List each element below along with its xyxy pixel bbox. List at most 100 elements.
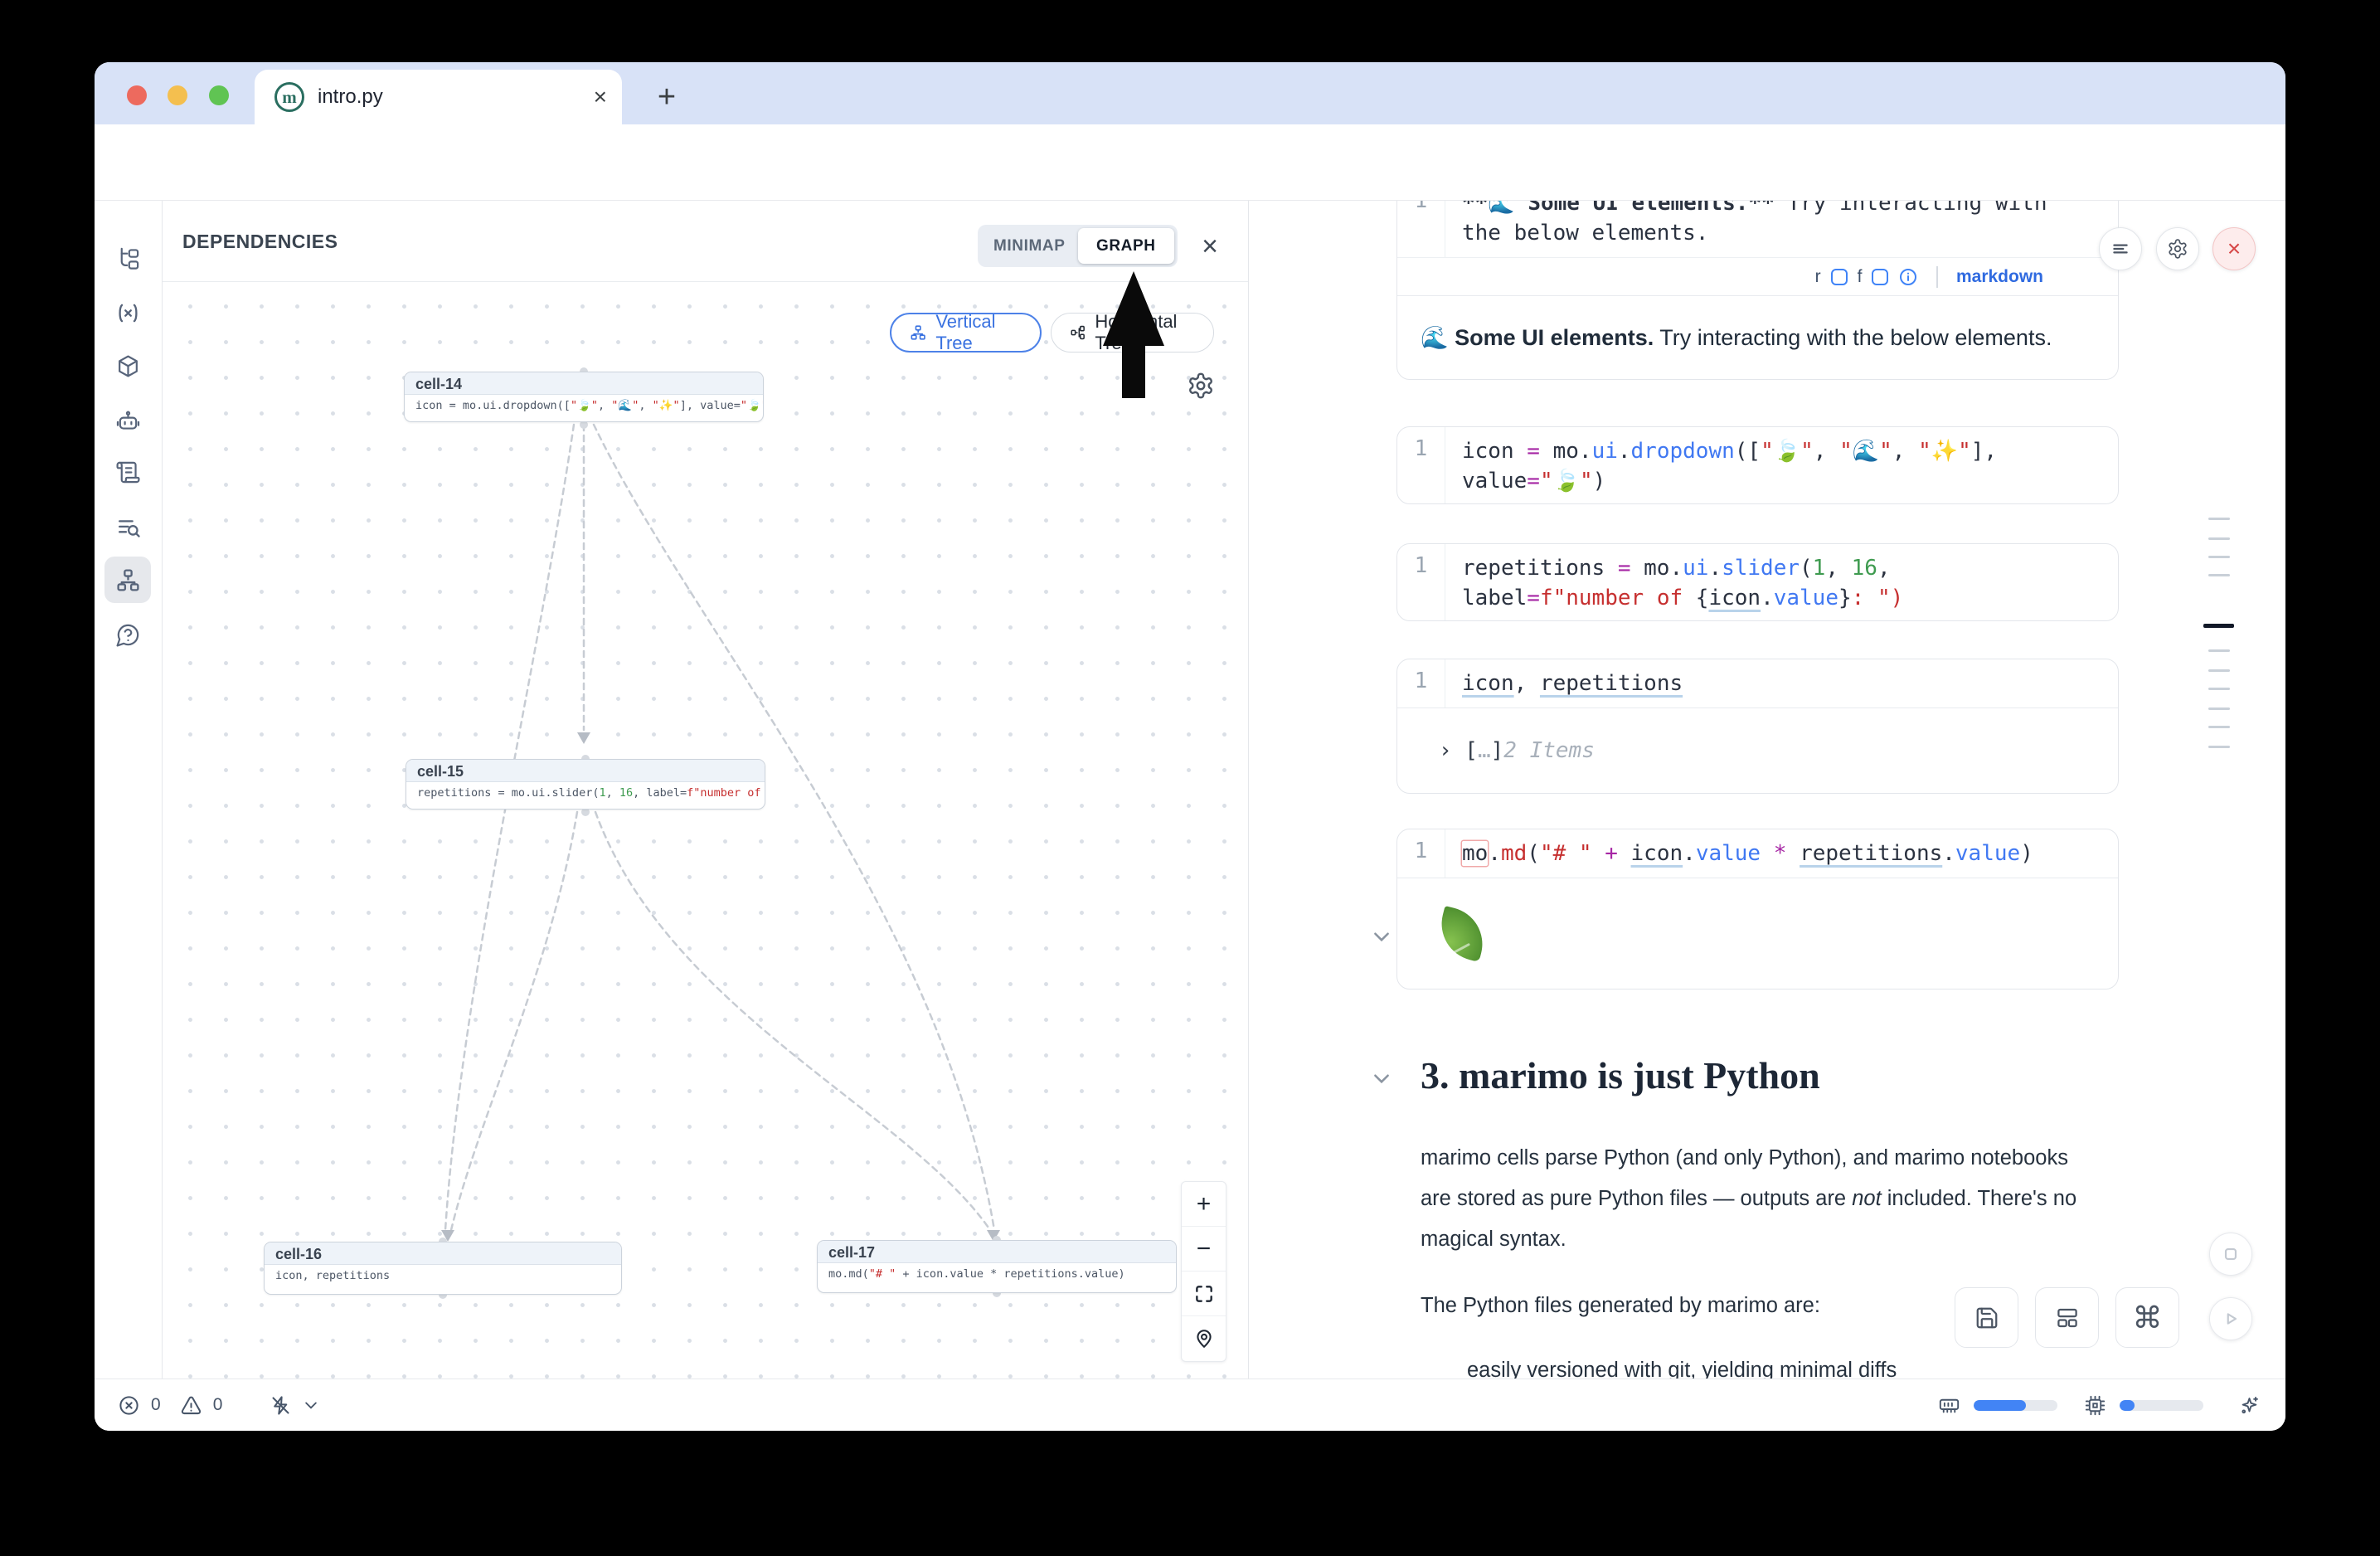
warnings-count: 0 (213, 1395, 223, 1415)
notebook-cell-tuple[interactable]: 1 icon, repetitions › [ … ] 2 Items (1396, 659, 2119, 794)
location-pin-icon (1193, 1328, 1215, 1349)
code-line: icon = mo.ui.dropdown(["🍃", "🌊", "✨"], (1462, 436, 2118, 466)
traffic-light-minimize[interactable] (168, 85, 187, 105)
variables-icon (115, 300, 141, 326)
layout-button[interactable] (2035, 1287, 2099, 1348)
f-flag-label: f (1858, 267, 1863, 287)
scroll-mark[interactable] (2208, 556, 2230, 558)
scroll-mark[interactable] (2208, 746, 2230, 748)
node-title: cell-15 (406, 760, 765, 782)
package-cube-icon (115, 353, 141, 379)
code-line: icon, repetitions (1462, 669, 2118, 698)
scroll-mark-active[interactable] (2203, 624, 2234, 628)
zoom-in-button[interactable]: + (1182, 1182, 1226, 1227)
scroll-mark[interactable] (2208, 669, 2230, 672)
graph-settings-icon[interactable] (1187, 372, 1215, 400)
browser-window: m intro.py × + ← → localhost:2718 Guest … (95, 62, 2285, 1431)
new-tab-button[interactable]: + (648, 79, 685, 115)
r-flag-checkbox[interactable] (1831, 269, 1848, 285)
stop-execution-button[interactable] (2209, 1233, 2252, 1276)
section-paragraph: marimo cells parse Python (and only Pyth… (1421, 1138, 2101, 1260)
traffic-light-close[interactable] (127, 85, 147, 105)
scroll-icon (115, 460, 141, 485)
line-number: 1 (1397, 201, 1445, 257)
graph-zoom-controls: + − (1181, 1181, 1226, 1362)
collapse-section-chevron-icon[interactable] (1371, 1067, 1392, 1089)
code-line: value="🍃") (1462, 466, 2118, 496)
close-panel-button[interactable]: × (1191, 227, 1229, 265)
cell-language-badge[interactable]: markdown (1956, 267, 2043, 287)
graph-node-cell-14[interactable]: cell-14 icon = mo.ui.dropdown(["🍃", "🌊",… (404, 372, 764, 422)
cell-editor[interactable]: 1 **🌊 Some UI elements.** Try interactin… (1397, 201, 2118, 257)
autorun-disabled-icon[interactable] (270, 1394, 292, 1417)
shutdown-button[interactable]: × (2212, 227, 2256, 270)
vertical-tree-label: Vertical Tree (935, 311, 1022, 354)
code-line: mo.md("# " + icon.value * repetitions.va… (1462, 839, 2118, 868)
sidebar-item-file-explorer[interactable] (104, 235, 151, 281)
notebook-cell-dropdown[interactable]: 1 icon = mo.ui.dropdown(["🍃", "🌊", "✨"],… (1396, 426, 2119, 504)
info-icon[interactable] (1898, 267, 1918, 287)
sidebar-item-snippets[interactable] (104, 503, 151, 550)
scroll-mark[interactable] (2208, 574, 2230, 576)
cpu-usage-fill (2120, 1400, 2135, 1411)
browser-tab[interactable]: m intro.py × (255, 70, 622, 124)
notebook-settings-button[interactable] (2156, 227, 2199, 270)
browser-toolbar: ← → localhost:2718 Guest ⋮ (95, 124, 2285, 201)
f-flag-checkbox[interactable] (1872, 269, 1888, 285)
scroll-mark[interactable] (2208, 707, 2230, 710)
node-code: icon = mo.ui.dropdown(["🍃", "🌊", "✨"], v… (405, 395, 763, 416)
graph-node-cell-15[interactable]: cell-15 repetitions = mo.ui.slider(1, 16… (406, 759, 765, 810)
file-tree-icon (115, 246, 141, 271)
vertical-tree-icon (910, 323, 926, 343)
sidebar-item-dependency-graph[interactable] (104, 557, 151, 603)
keyboard-shortcuts-button[interactable]: ⌘ (2115, 1287, 2179, 1348)
ram-icon (1938, 1394, 1960, 1417)
code-line: repetitions = mo.ui.slider(1, 16, (1462, 553, 2118, 583)
graph-node-cell-17[interactable]: cell-17 mo.md("# " + icon.value * repeti… (817, 1240, 1177, 1293)
scroll-mark[interactable] (2208, 649, 2230, 652)
help-bubble-icon (115, 622, 141, 648)
node-title: cell-17 (818, 1241, 1176, 1263)
warnings-icon[interactable] (180, 1394, 202, 1417)
tab-minimap[interactable]: MINIMAP (981, 228, 1078, 264)
tab-graph[interactable]: GRAPH (1078, 228, 1175, 264)
scroll-mark[interactable] (2208, 537, 2230, 540)
save-button[interactable] (1955, 1287, 2018, 1348)
dependency-graph-canvas[interactable]: Vertical Tree Horizontal Tree cell-14 ic… (163, 282, 1248, 1379)
section-files-line: The Python files generated by marimo are… (1421, 1294, 1820, 1318)
fit-view-button[interactable] (1182, 1272, 1226, 1316)
node-code: mo.md("# " + icon.value * repetitions.va… (818, 1263, 1176, 1285)
errors-icon[interactable] (118, 1394, 140, 1417)
node-title: cell-14 (405, 372, 763, 395)
sidebar-item-variables[interactable] (104, 289, 151, 336)
cell-output: 🌊 Some UI elements. Try interacting with… (1397, 295, 2118, 379)
sidebar-item-packages[interactable] (104, 343, 151, 389)
layout-icon (2055, 1306, 2080, 1330)
tab-close-icon[interactable]: × (594, 85, 607, 109)
scroll-mark[interactable] (2208, 726, 2230, 728)
leaf-emoji (1434, 906, 1490, 962)
run-all-button[interactable] (2209, 1297, 2252, 1340)
sidebar-item-logs[interactable] (104, 449, 151, 495)
sidebar-item-help[interactable] (104, 611, 151, 658)
code-line: the below elements. (1462, 218, 2118, 248)
notebook-cell-slider[interactable]: 1 repetitions = mo.ui.slider(1, 16, labe… (1396, 543, 2119, 621)
sidebar-item-ai-chat[interactable] (104, 397, 151, 444)
notebook-menu-button[interactable] (2099, 227, 2142, 270)
graph-node-cell-16[interactable]: cell-16 icon, repetitions (264, 1242, 622, 1295)
vertical-tree-button[interactable]: Vertical Tree (890, 313, 1042, 353)
locate-button[interactable] (1182, 1316, 1226, 1361)
collapse-output-chevron-icon[interactable] (1371, 926, 1392, 947)
scroll-mark[interactable] (2208, 688, 2230, 690)
notebook-cell-md-expression[interactable]: 1 mo.md("# " + icon.value * repetitions.… (1396, 829, 2119, 990)
command-icon: ⌘ (2133, 1301, 2163, 1335)
ai-sparkle-icon[interactable] (2238, 1394, 2261, 1417)
chevron-down-icon[interactable] (303, 1397, 319, 1413)
traffic-light-zoom[interactable] (209, 85, 229, 105)
dependencies-title: DEPENDENCIES (182, 201, 338, 282)
scroll-mark[interactable] (2208, 518, 2230, 520)
zoom-out-button[interactable]: − (1182, 1227, 1226, 1272)
cell-output-collapsed-list[interactable]: › [ … ] 2 Items (1397, 707, 2118, 793)
notebook-cell-markdown[interactable]: 1 **🌊 Some UI elements.** Try interactin… (1396, 201, 2119, 380)
list-search-icon (115, 514, 141, 540)
